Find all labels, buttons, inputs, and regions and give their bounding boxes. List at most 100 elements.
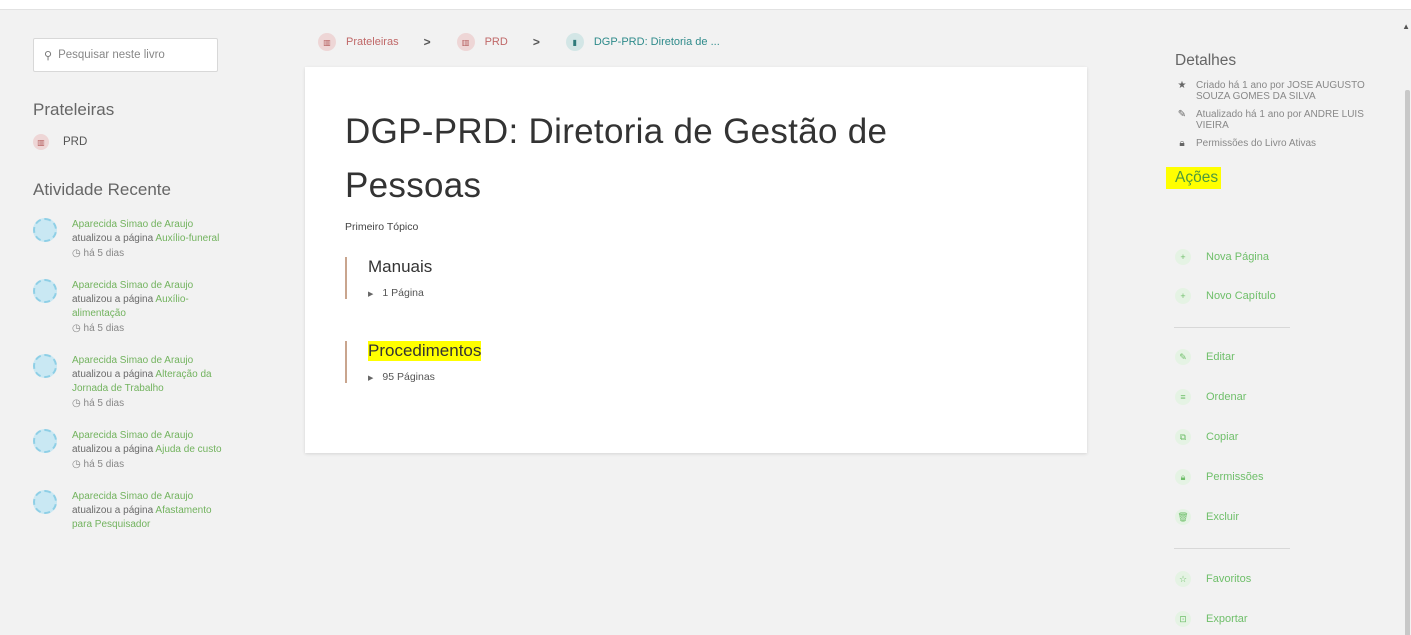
breadcrumb-label: DGP-PRD: Diretoria de ... — [593, 36, 720, 48]
shelf-icon: ▥ — [456, 33, 475, 51]
pencil-icon: ✎ — [1175, 349, 1191, 365]
activity-time-text: há 5 dias — [83, 459, 125, 470]
activity-action: atualizou a página — [72, 369, 154, 380]
breadcrumb-shelves[interactable]: ▥ Prateleiras — [318, 33, 399, 51]
chapter-page-count[interactable]: ▶ 1 Página — [368, 287, 645, 299]
book-content-card: DGP-PRD: Diretoria de Gestão de Pessoas … — [305, 67, 1087, 453]
lock-icon: 🔒︎ — [1175, 469, 1191, 485]
details-heading: Detalhes — [1175, 52, 1237, 69]
clock-icon: ◷ — [72, 459, 81, 470]
top-bar — [0, 0, 1411, 10]
left-sidebar: ⚲ Pesquisar neste livro Prateleiras ▥ PR… — [33, 38, 278, 532]
activity-user[interactable]: Aparecida Simao de Araujo — [72, 219, 193, 230]
chapter-page-count[interactable]: ▶ 95 Páginas — [368, 371, 645, 383]
avatar[interactable] — [33, 354, 57, 378]
export-icon: ⊡ — [1175, 611, 1191, 627]
clock-icon: ◷ — [72, 248, 81, 259]
activity-action: atualizou a página — [72, 444, 154, 455]
chapter-title[interactable]: Manuais — [368, 257, 432, 277]
actions-heading: Ações — [1166, 167, 1222, 189]
lock-icon: 🔒︎ — [1179, 138, 1185, 149]
caret-right-icon: ▶ — [368, 291, 374, 298]
breadcrumb-label: Prateleiras — [346, 36, 399, 48]
favorites-button[interactable]: ☆ Favoritos — [1175, 571, 1251, 587]
copy-label: Copiar — [1206, 431, 1239, 443]
caret-right-icon: ▶ — [368, 375, 374, 382]
breadcrumb-label: PRD — [484, 36, 508, 48]
activity-time: ◷ há 5 dias — [72, 397, 232, 411]
pencil-icon: ✎ — [1177, 109, 1187, 120]
clock-icon: ◷ — [72, 323, 81, 334]
activity-action: atualizou a página — [72, 233, 154, 244]
avatar[interactable] — [33, 490, 57, 514]
edit-button[interactable]: ✎ Editar — [1175, 349, 1235, 365]
right-sidebar: Detalhes ★ Criado há 1 ano por JOSE AUGU… — [1166, 52, 1375, 189]
search-placeholder: Pesquisar neste livro — [58, 49, 165, 61]
chevron-right-icon: > — [532, 35, 540, 49]
shelves-heading: Prateleiras — [33, 100, 115, 119]
scroll-up-icon[interactable]: ▲ — [1402, 22, 1410, 31]
new-page-label: Nova Página — [1206, 251, 1269, 263]
breadcrumb-shelf[interactable]: ▥ PRD — [456, 33, 508, 51]
new-chapter-label: Novo Capítulo — [1206, 290, 1276, 302]
shelf-label: PRD — [63, 136, 88, 148]
delete-label: Excluir — [1206, 511, 1240, 523]
breadcrumb-book[interactable]: ▮ DGP-PRD: Diretoria de ... — [565, 33, 720, 51]
chapter-title[interactable]: Procedimentos — [368, 341, 482, 361]
scrollbar[interactable]: ▲ — [1402, 10, 1411, 635]
export-button[interactable]: ⊡ Exportar — [1175, 611, 1248, 627]
permissions-button[interactable]: 🔒︎ Permissões — [1175, 469, 1263, 485]
shelves-icon: ▥ — [318, 33, 336, 51]
sort-icon: ≡ — [1175, 389, 1191, 405]
shelf-link-prd[interactable]: ▥ PRD — [33, 134, 278, 150]
activity-time: ◷ há 5 dias — [72, 247, 232, 261]
activity-time-text: há 5 dias — [83, 398, 125, 409]
detail-updated: ✎ Atualizado há 1 ano por ANDRE LUIS VIE… — [1175, 109, 1375, 131]
activity-user[interactable]: Aparecida Simao de Araujo — [72, 491, 193, 502]
activity-item: Aparecida Simao de Araujo atualizou a pá… — [33, 354, 278, 411]
star-icon: ☆ — [1175, 571, 1191, 587]
activity-page-link[interactable]: Ajuda de custo — [155, 444, 221, 455]
book-icon: ▮ — [565, 33, 584, 51]
chapter-item[interactable]: Manuais ▶ 1 Página — [345, 257, 645, 299]
edit-label: Editar — [1206, 351, 1235, 363]
plus-icon: + — [1175, 249, 1191, 265]
chapter-item[interactable]: Procedimentos ▶ 95 Páginas — [345, 341, 645, 383]
export-label: Exportar — [1206, 613, 1248, 625]
book-description: Primeiro Tópico — [345, 221, 419, 233]
page-title: DGP-PRD: Diretoria de Gestão de Pessoas — [345, 112, 888, 205]
trash-icon: 🗑︎ — [1175, 509, 1191, 525]
new-page-button[interactable]: + Nova Página — [1175, 249, 1269, 265]
activity-item: Aparecida Simao de Araujo atualizou a pá… — [33, 429, 278, 472]
avatar[interactable] — [33, 429, 57, 453]
favorites-label: Favoritos — [1206, 573, 1252, 585]
recent-activity-heading: Atividade Recente — [33, 180, 171, 199]
permissions-label: Permissões — [1206, 471, 1264, 483]
activity-time: ◷ há 5 dias — [72, 458, 232, 472]
scroll-thumb[interactable] — [1405, 90, 1410, 635]
activity-item: Aparecida Simao de Araujo atualizou a pá… — [33, 279, 278, 336]
search-icon: ⚲ — [44, 49, 53, 62]
detail-created: ★ Criado há 1 ano por JOSE AUGUSTO SOUZA… — [1175, 80, 1375, 102]
delete-button[interactable]: 🗑︎ Excluir — [1175, 509, 1239, 525]
activity-user[interactable]: Aparecida Simao de Araujo — [72, 430, 193, 441]
sort-label: Ordenar — [1206, 391, 1247, 403]
new-chapter-button[interactable]: + Novo Capítulo — [1175, 288, 1276, 304]
activity-user[interactable]: Aparecida Simao de Araujo — [72, 355, 193, 366]
search-input[interactable]: ⚲ Pesquisar neste livro — [33, 38, 218, 72]
activity-user[interactable]: Aparecida Simao de Araujo — [72, 280, 193, 291]
clock-icon: ◷ — [72, 398, 81, 409]
avatar[interactable] — [33, 218, 57, 242]
copy-button[interactable]: ⧉ Copiar — [1175, 429, 1238, 445]
activity-item: Aparecida Simao de Araujo atualizou a pá… — [33, 218, 278, 261]
detail-permissions-text: Permissões do Livro Ativas — [1196, 138, 1317, 149]
avatar[interactable] — [33, 279, 57, 303]
divider — [1174, 327, 1290, 328]
detail-permissions: 🔒︎ Permissões do Livro Ativas — [1175, 138, 1375, 149]
shelf-icon: ▥ — [33, 134, 49, 150]
activity-page-link[interactable]: Auxílio-funeral — [155, 233, 219, 244]
sort-button[interactable]: ≡ Ordenar — [1175, 389, 1246, 405]
star-icon: ★ — [1177, 80, 1187, 91]
activity-time-text: há 5 dias — [83, 248, 125, 259]
activity-time-text: há 5 dias — [83, 323, 125, 334]
